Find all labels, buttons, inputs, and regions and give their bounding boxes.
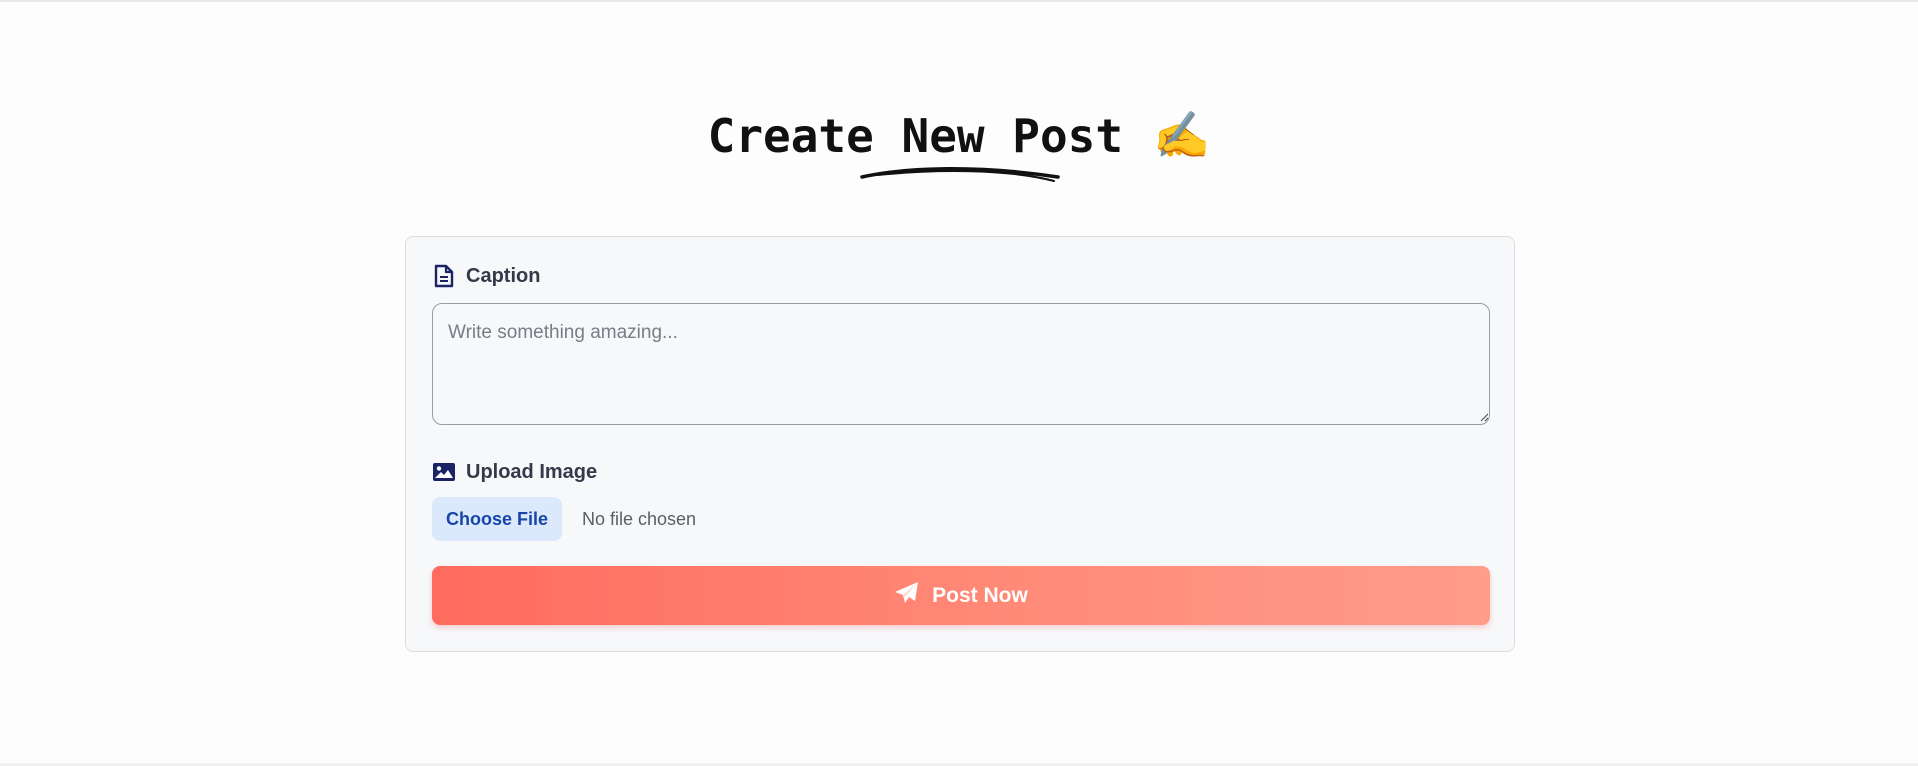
- paper-plane-icon: [894, 581, 920, 611]
- textarea-resize-handle[interactable]: [1480, 413, 1489, 422]
- caption-label: Caption: [466, 264, 541, 287]
- top-divider: [0, 0, 1918, 2]
- caption-label-row: Caption: [432, 263, 540, 289]
- image-icon: [432, 459, 456, 485]
- file-status-text: No file chosen: [582, 508, 697, 529]
- caption-textarea[interactable]: [432, 303, 1490, 425]
- writing-hand-icon: ✍️: [1153, 108, 1211, 162]
- page-title-text: Create New Post: [707, 108, 1124, 163]
- page-title: Create New Post ✍️: [708, 108, 1211, 163]
- document-icon: [432, 263, 456, 289]
- page-header: Create New Post ✍️: [0, 108, 1918, 163]
- post-now-label: Post Now: [932, 583, 1028, 607]
- post-form-card: Caption Upload Image Choose File No file…: [405, 236, 1515, 652]
- post-now-button[interactable]: Post Now: [432, 566, 1490, 625]
- upload-label: Upload Image: [466, 460, 598, 483]
- title-underline-decoration: [860, 166, 1060, 182]
- create-post-page: Create New Post ✍️ Caption Write somethi…: [0, 0, 1918, 766]
- file-input: Choose File No file chosen: [432, 497, 696, 541]
- choose-file-button[interactable]: Choose File: [432, 497, 562, 541]
- upload-label-row: Upload Image: [432, 459, 597, 485]
